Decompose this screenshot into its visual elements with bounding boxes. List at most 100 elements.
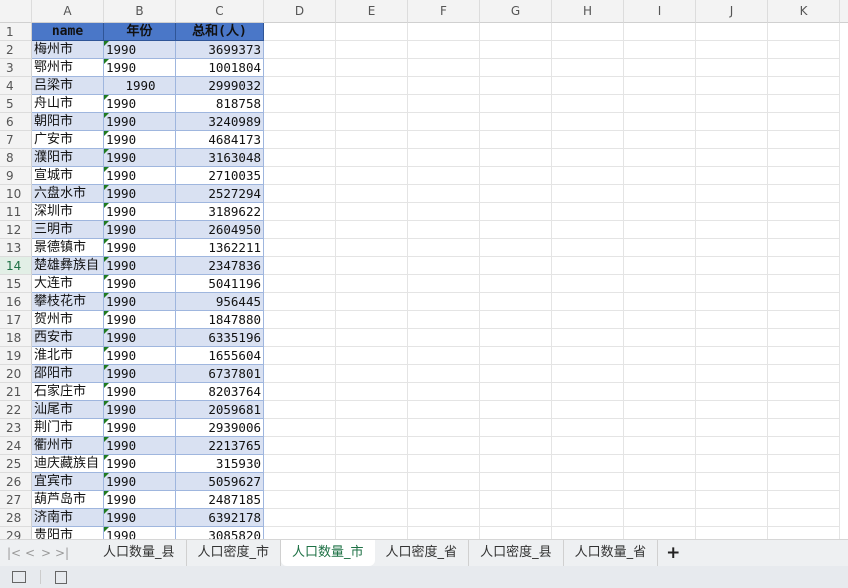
- cell[interactable]: [552, 401, 624, 419]
- cell[interactable]: [696, 167, 768, 185]
- sheet-tab[interactable]: 人口数量_县: [92, 540, 187, 566]
- cell[interactable]: [696, 401, 768, 419]
- cell[interactable]: [552, 527, 624, 539]
- year-cell[interactable]: 1990: [104, 383, 176, 401]
- year-cell[interactable]: 1990: [104, 203, 176, 221]
- row-header[interactable]: 6: [0, 113, 32, 131]
- total-cell[interactable]: 3240989: [176, 113, 264, 131]
- year-cell[interactable]: 1990: [104, 95, 176, 113]
- cell[interactable]: [552, 59, 624, 77]
- cell[interactable]: [480, 419, 552, 437]
- row-header[interactable]: 20: [0, 365, 32, 383]
- cell[interactable]: [696, 491, 768, 509]
- cell[interactable]: [336, 473, 408, 491]
- cell[interactable]: [336, 509, 408, 527]
- cell[interactable]: [264, 455, 336, 473]
- name-cell[interactable]: 淮北市: [32, 347, 104, 365]
- cell[interactable]: [336, 167, 408, 185]
- row-header[interactable]: 27: [0, 491, 32, 509]
- cell[interactable]: [768, 419, 840, 437]
- column-header[interactable]: B: [104, 0, 176, 23]
- row-header[interactable]: 8: [0, 149, 32, 167]
- name-cell[interactable]: 迪庆藏族自: [32, 455, 104, 473]
- row-header[interactable]: 2: [0, 41, 32, 59]
- total-cell[interactable]: 5041196: [176, 275, 264, 293]
- total-cell[interactable]: 1847880: [176, 311, 264, 329]
- cell[interactable]: [336, 239, 408, 257]
- year-cell[interactable]: 1990: [104, 221, 176, 239]
- cell[interactable]: [624, 383, 696, 401]
- total-cell[interactable]: 8203764: [176, 383, 264, 401]
- cell[interactable]: [624, 365, 696, 383]
- row-header[interactable]: 9: [0, 167, 32, 185]
- cell[interactable]: [768, 113, 840, 131]
- cell[interactable]: [480, 149, 552, 167]
- cell[interactable]: [768, 167, 840, 185]
- cell[interactable]: [408, 329, 480, 347]
- spreadsheet-grid[interactable]: A B C D E F G H I J K 1 name 年份 总和(人) 2 梅州市 1990 3699373 3 鄂…: [0, 0, 848, 539]
- total-cell[interactable]: 3163048: [176, 149, 264, 167]
- year-cell[interactable]: 1990: [104, 491, 176, 509]
- cell[interactable]: [480, 401, 552, 419]
- cell[interactable]: [552, 419, 624, 437]
- cell[interactable]: [408, 419, 480, 437]
- cell[interactable]: [264, 473, 336, 491]
- cell[interactable]: [264, 239, 336, 257]
- cell[interactable]: [264, 221, 336, 239]
- cell[interactable]: [264, 383, 336, 401]
- cell[interactable]: [624, 59, 696, 77]
- cell[interactable]: [768, 95, 840, 113]
- cell[interactable]: [696, 203, 768, 221]
- total-cell[interactable]: 2939006: [176, 419, 264, 437]
- cell[interactable]: [768, 437, 840, 455]
- column-header[interactable]: H: [552, 0, 624, 23]
- cell[interactable]: [552, 203, 624, 221]
- cell[interactable]: [768, 275, 840, 293]
- cell[interactable]: [696, 77, 768, 95]
- total-cell[interactable]: 1655604: [176, 347, 264, 365]
- cell[interactable]: [408, 437, 480, 455]
- column-header[interactable]: K: [768, 0, 840, 23]
- total-cell[interactable]: 5059627: [176, 473, 264, 491]
- name-cell[interactable]: 邵阳市: [32, 365, 104, 383]
- cell[interactable]: [624, 41, 696, 59]
- year-cell[interactable]: 1990: [104, 77, 176, 95]
- cell[interactable]: [480, 383, 552, 401]
- year-cell[interactable]: 1990: [104, 113, 176, 131]
- sheet-tab[interactable]: 人口密度_县: [469, 540, 564, 566]
- cell[interactable]: [336, 419, 408, 437]
- cell[interactable]: [408, 275, 480, 293]
- name-cell[interactable]: 葫芦岛市: [32, 491, 104, 509]
- cell[interactable]: [264, 257, 336, 275]
- cell[interactable]: [624, 221, 696, 239]
- row-header[interactable]: 15: [0, 275, 32, 293]
- cell[interactable]: [624, 23, 696, 41]
- cell[interactable]: [552, 95, 624, 113]
- cell[interactable]: [336, 131, 408, 149]
- row-header[interactable]: 5: [0, 95, 32, 113]
- cell[interactable]: [408, 59, 480, 77]
- cell[interactable]: [696, 311, 768, 329]
- column-header[interactable]: G: [480, 0, 552, 23]
- cell[interactable]: [264, 275, 336, 293]
- cell[interactable]: [696, 455, 768, 473]
- cell[interactable]: [336, 221, 408, 239]
- total-cell[interactable]: 2999032: [176, 77, 264, 95]
- cell[interactable]: [624, 77, 696, 95]
- cell[interactable]: [408, 113, 480, 131]
- cell[interactable]: [480, 527, 552, 539]
- sheet-tab[interactable]: 人口密度_省: [375, 540, 470, 566]
- cell[interactable]: [696, 221, 768, 239]
- row-header[interactable]: 19: [0, 347, 32, 365]
- name-cell[interactable]: 舟山市: [32, 95, 104, 113]
- cell[interactable]: [696, 59, 768, 77]
- cell[interactable]: [408, 347, 480, 365]
- cell[interactable]: [768, 41, 840, 59]
- cell[interactable]: [264, 95, 336, 113]
- cell[interactable]: [696, 329, 768, 347]
- year-cell[interactable]: 1990: [104, 149, 176, 167]
- cell[interactable]: [408, 455, 480, 473]
- total-cell[interactable]: 4684173: [176, 131, 264, 149]
- cell[interactable]: [336, 41, 408, 59]
- column-header[interactable]: D: [264, 0, 336, 23]
